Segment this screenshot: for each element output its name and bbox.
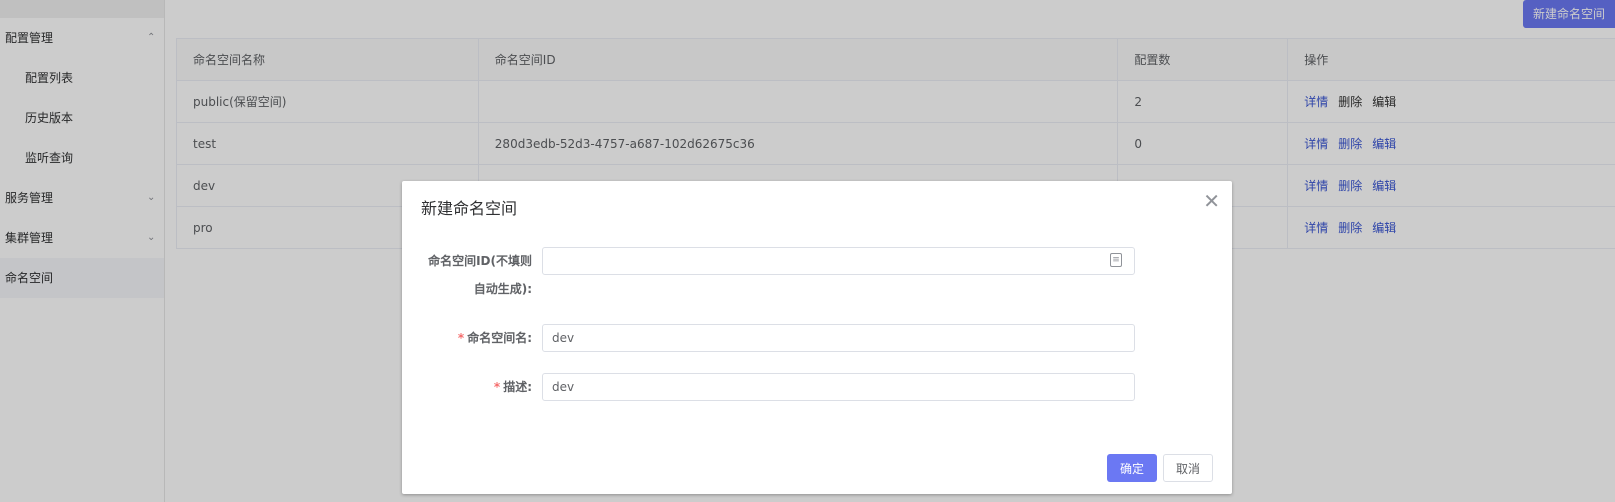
namespace-name-input[interactable]	[542, 324, 1135, 352]
description-label-text: 描述:	[503, 380, 532, 394]
required-star: *	[493, 380, 501, 394]
dialog-title: 新建命名空间	[421, 199, 518, 218]
description-label: * 描述:	[422, 373, 532, 401]
description-input[interactable]	[542, 373, 1135, 401]
required-star: *	[457, 331, 465, 345]
close-icon[interactable]: ✕	[1203, 191, 1220, 211]
namespace-name-label: * 命名空间名:	[422, 324, 532, 352]
namespace-id-label-line1: 命名空间ID(不填则	[428, 254, 532, 268]
contact-card-icon[interactable]: ≡	[1110, 253, 1122, 267]
cancel-button[interactable]: 取消	[1163, 454, 1213, 482]
namespace-name-label-text: 命名空间名:	[467, 331, 532, 345]
namespace-id-label: 命名空间ID(不填则 自动生成):	[422, 247, 532, 303]
new-namespace-dialog: 新建命名空间 ✕ 命名空间ID(不填则 自动生成): ≡ *命名空间名: *描述…	[402, 181, 1232, 494]
namespace-id-input[interactable]	[542, 247, 1135, 275]
namespace-id-label-line2: 自动生成):	[473, 282, 532, 296]
confirm-button[interactable]: 确定	[1107, 454, 1157, 482]
